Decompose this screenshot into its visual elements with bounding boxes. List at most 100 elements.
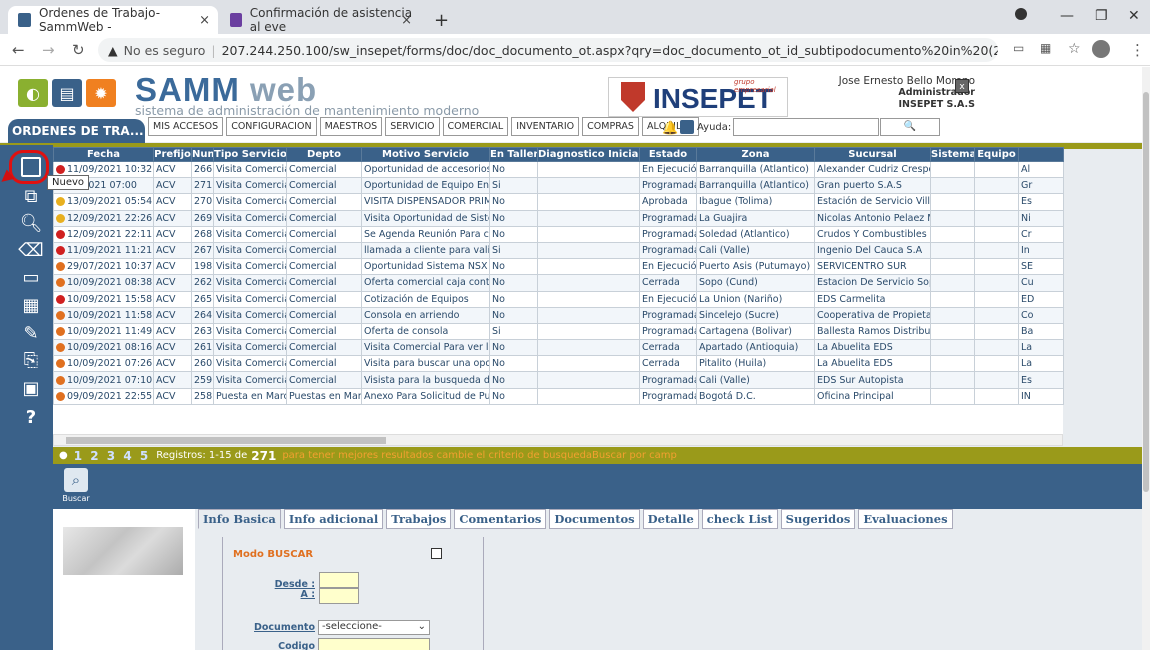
attach-icon[interactable]: ⎘: [16, 348, 46, 372]
a-input[interactable]: [319, 588, 359, 604]
column-header[interactable]: Prefijo: [153, 147, 192, 162]
samm-favicon-icon: [18, 13, 31, 27]
column-header[interactable]: Sistema: [930, 147, 975, 162]
menu-configuracion[interactable]: CONFIGURACION: [226, 117, 317, 136]
close-window-icon[interactable]: ✕: [1128, 8, 1140, 24]
tab-sugeridos[interactable]: Sugeridos: [780, 509, 856, 529]
modo-buscar-label: Modo BUSCAR: [233, 549, 314, 560]
column-header[interactable]: Depto: [286, 147, 362, 162]
table-cell: [974, 209, 1019, 227]
column-header[interactable]: Equipo: [974, 147, 1019, 162]
table-row[interactable]: 11/09/2021 11:21 ACV 267 Visita Comercial Co…: [53, 241, 1064, 260]
menu-comercial[interactable]: COMERCIAL: [442, 117, 509, 136]
avatar[interactable]: [1092, 40, 1110, 58]
table-row[interactable]: 10/09/2021 15:58 ACV 265 Visita Comercial Co…: [53, 290, 1064, 308]
url-input[interactable]: ▲ No es seguro | 207.244.250.100/sw_inse…: [98, 38, 998, 62]
back-icon[interactable]: ←: [12, 41, 25, 59]
print-icon[interactable]: ▭: [16, 265, 46, 289]
reload-icon[interactable]: ↻: [72, 41, 85, 59]
menu-inventario[interactable]: INVENTARIO: [511, 117, 580, 136]
table-row[interactable]: 10/09/2021 08:16 ACV 261 Visita Comercial Co…: [53, 339, 1064, 357]
horizontal-scrollbar[interactable]: [53, 434, 1063, 446]
modo-buscar-checkbox[interactable]: [431, 548, 442, 559]
table-cell: [537, 160, 640, 179]
play-icon[interactable]: ●: [59, 450, 68, 461]
tab-trabajos[interactable]: Trabajos: [386, 509, 452, 529]
close-tab-icon[interactable]: ×: [199, 13, 210, 28]
close-tab-icon[interactable]: ×: [401, 13, 412, 28]
column-header[interactable]: Estado: [639, 147, 697, 162]
table-row[interactable]: 10/09/2021 08:38 ACV 262 Visita Comercial Co…: [53, 274, 1064, 292]
browser-menu-icon[interactable]: ⋮: [1130, 41, 1145, 59]
tab-info-adicional[interactable]: Info adicional: [283, 509, 384, 529]
menu-servicio[interactable]: SERVICIO: [385, 117, 440, 136]
table-row[interactable]: 12/09/2021 22:11 ACV 268 Visita Comercial Co…: [53, 225, 1064, 243]
browser-tab-confirmacion[interactable]: Confirmación de asistencia al eve ×: [220, 6, 420, 34]
table-row[interactable]: 29/07/2021 10:37 ACV 198 Visita Comercial Co…: [53, 258, 1064, 276]
tab-evaluaciones[interactable]: Evaluaciones: [858, 509, 953, 529]
tab-documentos[interactable]: Documentos: [549, 509, 640, 529]
buscar-button[interactable]: ⌕ Buscar: [61, 468, 91, 504]
bookmark-star-icon[interactable]: ☆: [1068, 41, 1081, 57]
table-row[interactable]: 10/09/2021 07:10 ACV 259 Visita Comercial Co…: [53, 371, 1064, 389]
column-header[interactable]: Motivo Servicio: [361, 147, 490, 162]
table-row[interactable]: 10/09/2021 11:58 ACV 264 Visita Comercial Co…: [53, 306, 1064, 324]
cast-icon[interactable]: ▭: [1013, 41, 1024, 55]
brand-tagline: sistema de administración de mantenimien…: [135, 103, 480, 118]
window-icon[interactable]: ▣: [16, 376, 46, 400]
desde-input[interactable]: [319, 572, 359, 588]
extension-icon[interactable]: ▦: [1040, 41, 1051, 55]
tab-info-basica[interactable]: Info Basica: [198, 509, 281, 529]
edit-icon[interactable]: ✎: [16, 321, 46, 345]
menu-mis-accesos[interactable]: MIS ACCESOS: [148, 117, 224, 136]
table-cell: Visita Comercial: [213, 322, 287, 341]
help-search-button[interactable]: 🔍: [880, 118, 940, 136]
vertical-scrollbar[interactable]: [1142, 67, 1150, 650]
table-cell: ACV: [153, 339, 192, 357]
forward-icon[interactable]: →: [42, 41, 55, 59]
tab-check-list[interactable]: check List: [701, 509, 778, 529]
profile-dot-icon[interactable]: [1015, 8, 1027, 20]
table-row[interactable]: 09/2021 07:00 ACV 271 Visita Comercial Comer…: [53, 177, 1064, 195]
browser-tab-ordenes[interactable]: Ordenes de Trabajo-SammWeb - ×: [8, 6, 218, 34]
fecha-value: 09/09/2021 22:55: [67, 390, 153, 402]
search-icon[interactable]: 🔍︎: [16, 211, 46, 235]
table-cell: 10/09/2021 08:16: [53, 339, 154, 357]
help-icon[interactable]: [680, 120, 694, 134]
table-row[interactable]: 13/09/2021 05:54 ACV 270 Visita Comercial Co…: [53, 193, 1064, 211]
column-header[interactable]: Fecha: [53, 147, 154, 162]
documento-select[interactable]: -seleccione- ⌄: [318, 620, 430, 635]
table-row[interactable]: 11/09/2021 10:32 ACV 266 Visita Comercial Co…: [53, 160, 1064, 179]
table-cell: Cooperativa de Propietarios de: [814, 306, 931, 324]
help-search-input[interactable]: [733, 118, 879, 136]
table-cell: [974, 371, 1019, 389]
table-row[interactable]: 12/09/2021 22:26 ACV 269 Visita Comercial Co…: [53, 209, 1064, 227]
column-header[interactable]: Sucursal: [814, 147, 931, 162]
column-header[interactable]: Diagnostico Inicial: [537, 147, 640, 162]
table-cell: Apartado (Antioquia): [696, 339, 815, 357]
menu-compras[interactable]: COMPRAS: [582, 117, 639, 136]
new-tab-button[interactable]: +: [424, 6, 454, 34]
table-cell: Sopo (Cund): [696, 274, 815, 292]
clear-icon[interactable]: ⌫: [16, 238, 46, 262]
table-row[interactable]: 10/09/2021 07:26 ACV 260 Visita Comercial Co…: [53, 355, 1064, 373]
restore-icon[interactable]: ❐: [1095, 8, 1108, 24]
menu-maestros[interactable]: MAESTROS: [319, 117, 383, 136]
column-header[interactable]: En Taller: [489, 147, 538, 162]
table-row[interactable]: 09/09/2021 22:55ACV258Puesta en MarchaPu…: [53, 387, 1064, 405]
codigo-input[interactable]: [318, 638, 430, 650]
logout-button[interactable]: x: [955, 79, 969, 93]
column-header[interactable]: Tipo Servicio: [213, 147, 287, 162]
tab-comentarios[interactable]: Comentarios: [454, 509, 547, 529]
tab-detalle[interactable]: Detalle: [642, 509, 699, 529]
table-row[interactable]: 10/09/2021 11:49 ACV 263 Visita Comercial Co…: [53, 322, 1064, 341]
help-question-icon[interactable]: ?: [16, 405, 46, 429]
fecha-value: 10/09/2021 07:26: [67, 358, 153, 370]
page-links[interactable]: 1 2 3 4 5: [74, 449, 150, 463]
calendar-icon[interactable]: ▦: [16, 293, 46, 317]
copy-icon[interactable]: ⧉: [16, 184, 46, 208]
bell-icon[interactable]: 🔔: [662, 121, 678, 136]
column-header[interactable]: Num: [191, 147, 214, 162]
minimize-icon[interactable]: —: [1060, 8, 1074, 24]
column-header[interactable]: Zona: [696, 147, 815, 162]
